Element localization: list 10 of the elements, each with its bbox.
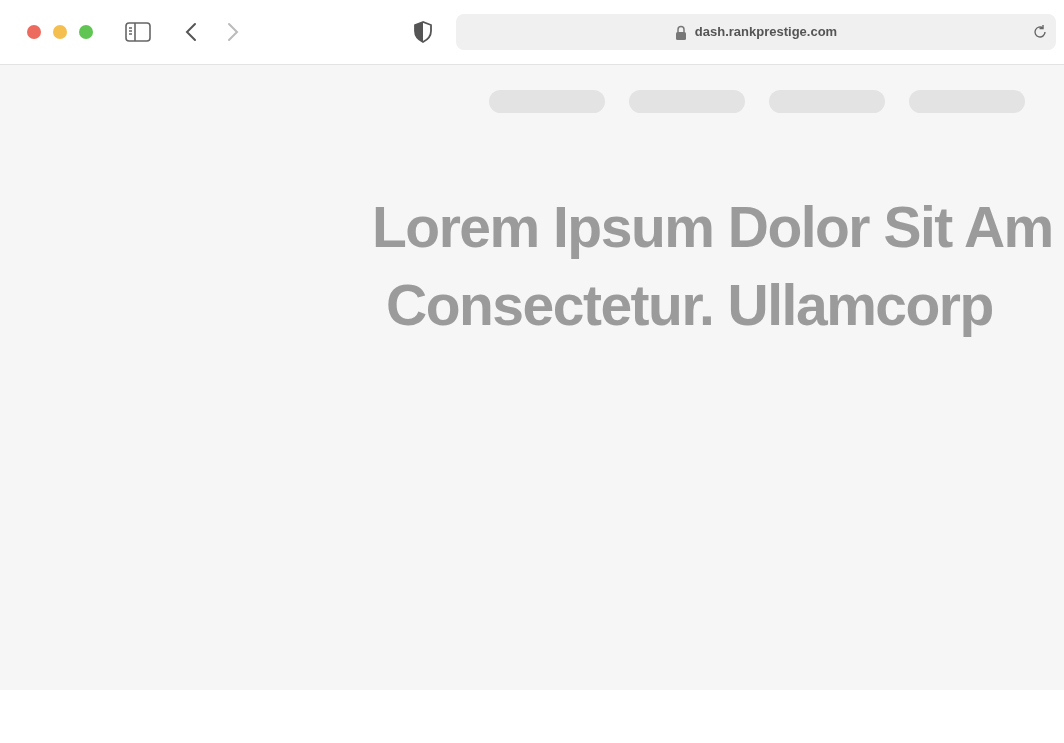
reload-icon[interactable] [1032, 24, 1048, 40]
close-window-button[interactable] [27, 25, 41, 39]
lock-icon [674, 24, 687, 40]
headline-line: Lorem Ipsum Dolor Sit Am [372, 195, 1053, 259]
headline-line: Consectetur. Ullamcorp [386, 273, 993, 337]
url-text: dash.rankprestige.com [694, 23, 838, 42]
shield-icon[interactable] [413, 21, 433, 43]
back-icon[interactable] [185, 22, 197, 42]
sidebar-icon[interactable] [125, 22, 151, 42]
address-bar[interactable]: dash.rankprestige.com [456, 14, 1056, 50]
